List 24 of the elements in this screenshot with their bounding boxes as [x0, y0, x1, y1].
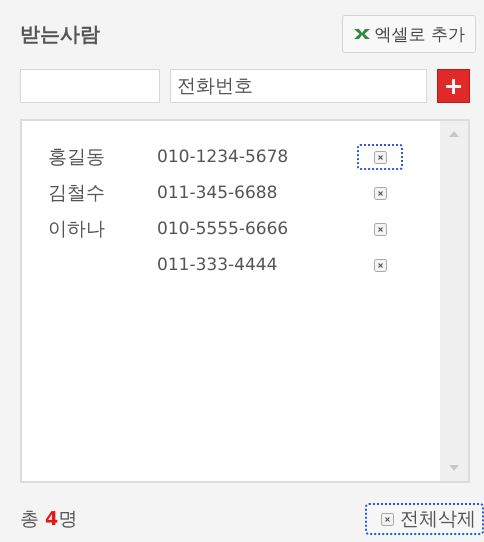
delete-all-button[interactable]: 전체삭제 [365, 503, 484, 535]
phone-field[interactable]: 전화번호 [170, 69, 427, 103]
close-icon [374, 258, 386, 272]
close-icon [374, 222, 386, 236]
spreadsheet-icon [352, 28, 371, 40]
phone-number: 010-1234-5678 [157, 147, 290, 167]
scroll-up-icon[interactable] [449, 131, 459, 137]
phone-number: 010-5555-6666 [157, 219, 290, 239]
phone-number: 011-333-4444 [157, 255, 278, 275]
scrollbar[interactable] [440, 121, 468, 481]
excel-import-button[interactable]: 엑셀로 추가 [342, 15, 476, 53]
phone-number: 011-345-6688 [157, 183, 278, 203]
recipient-name: 김철수 [47, 181, 106, 206]
delete-button[interactable] [357, 144, 403, 170]
close-icon [374, 186, 386, 200]
section-title: 받는사람 [20, 20, 100, 48]
scroll-down-icon[interactable] [449, 465, 459, 471]
recipient-name: 홍길동 [47, 145, 106, 170]
recipient-count: 총 4명 [20, 507, 78, 532]
add-button[interactable]: + [437, 69, 470, 103]
recipient-name: 이하나 [47, 217, 106, 242]
name-field[interactable] [20, 69, 160, 103]
close-icon [374, 150, 386, 164]
close-icon [381, 512, 394, 526]
